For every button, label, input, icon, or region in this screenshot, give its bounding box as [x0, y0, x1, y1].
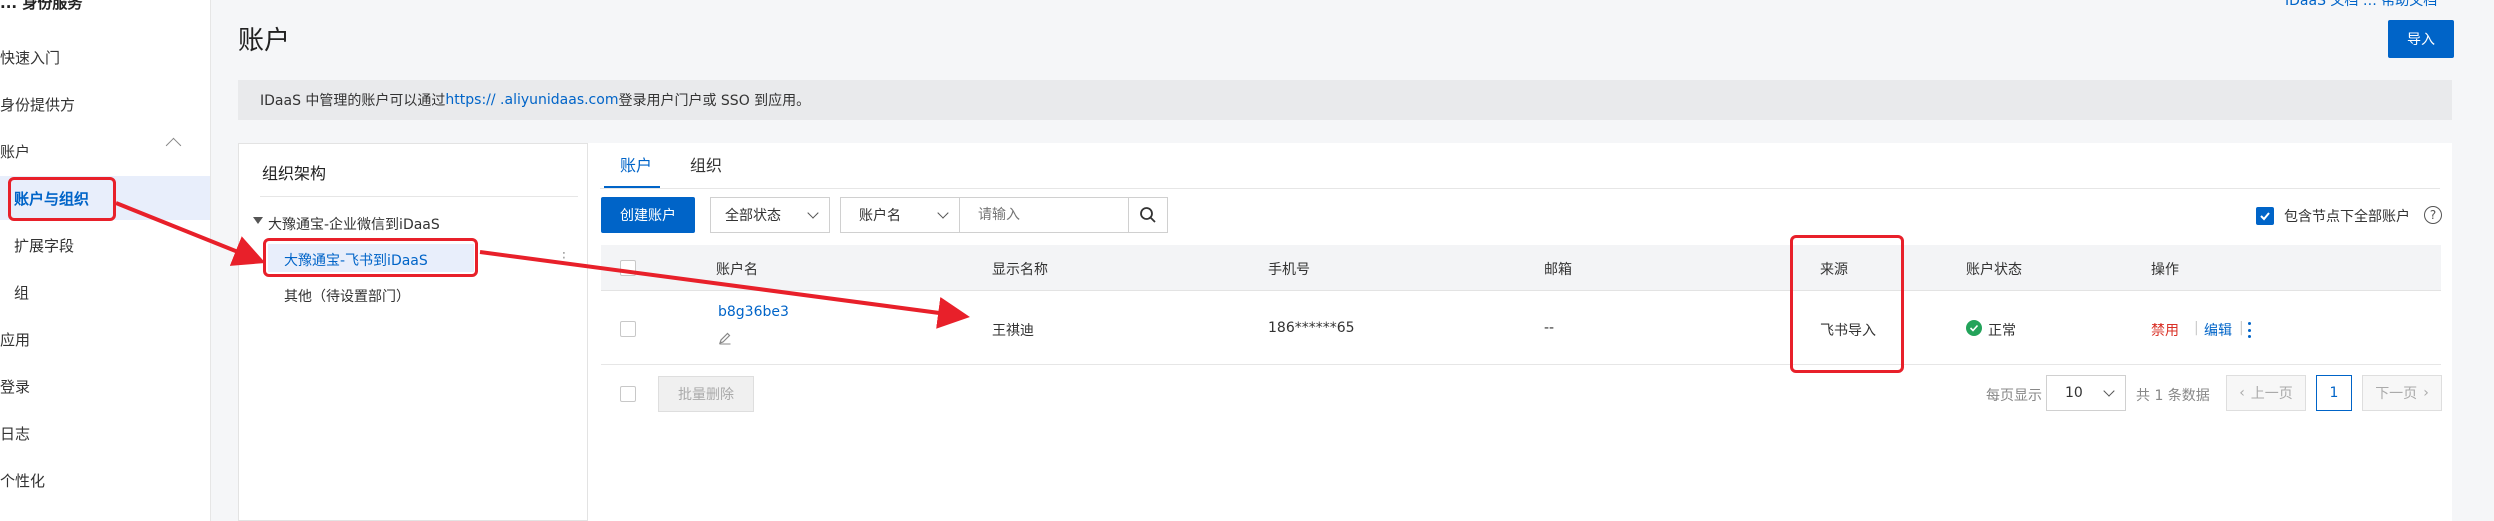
annotation-arrow-2 — [479, 250, 970, 329]
annotation-arrow-1 — [115, 201, 266, 266]
annotation-arrows — [115, 201, 970, 329]
